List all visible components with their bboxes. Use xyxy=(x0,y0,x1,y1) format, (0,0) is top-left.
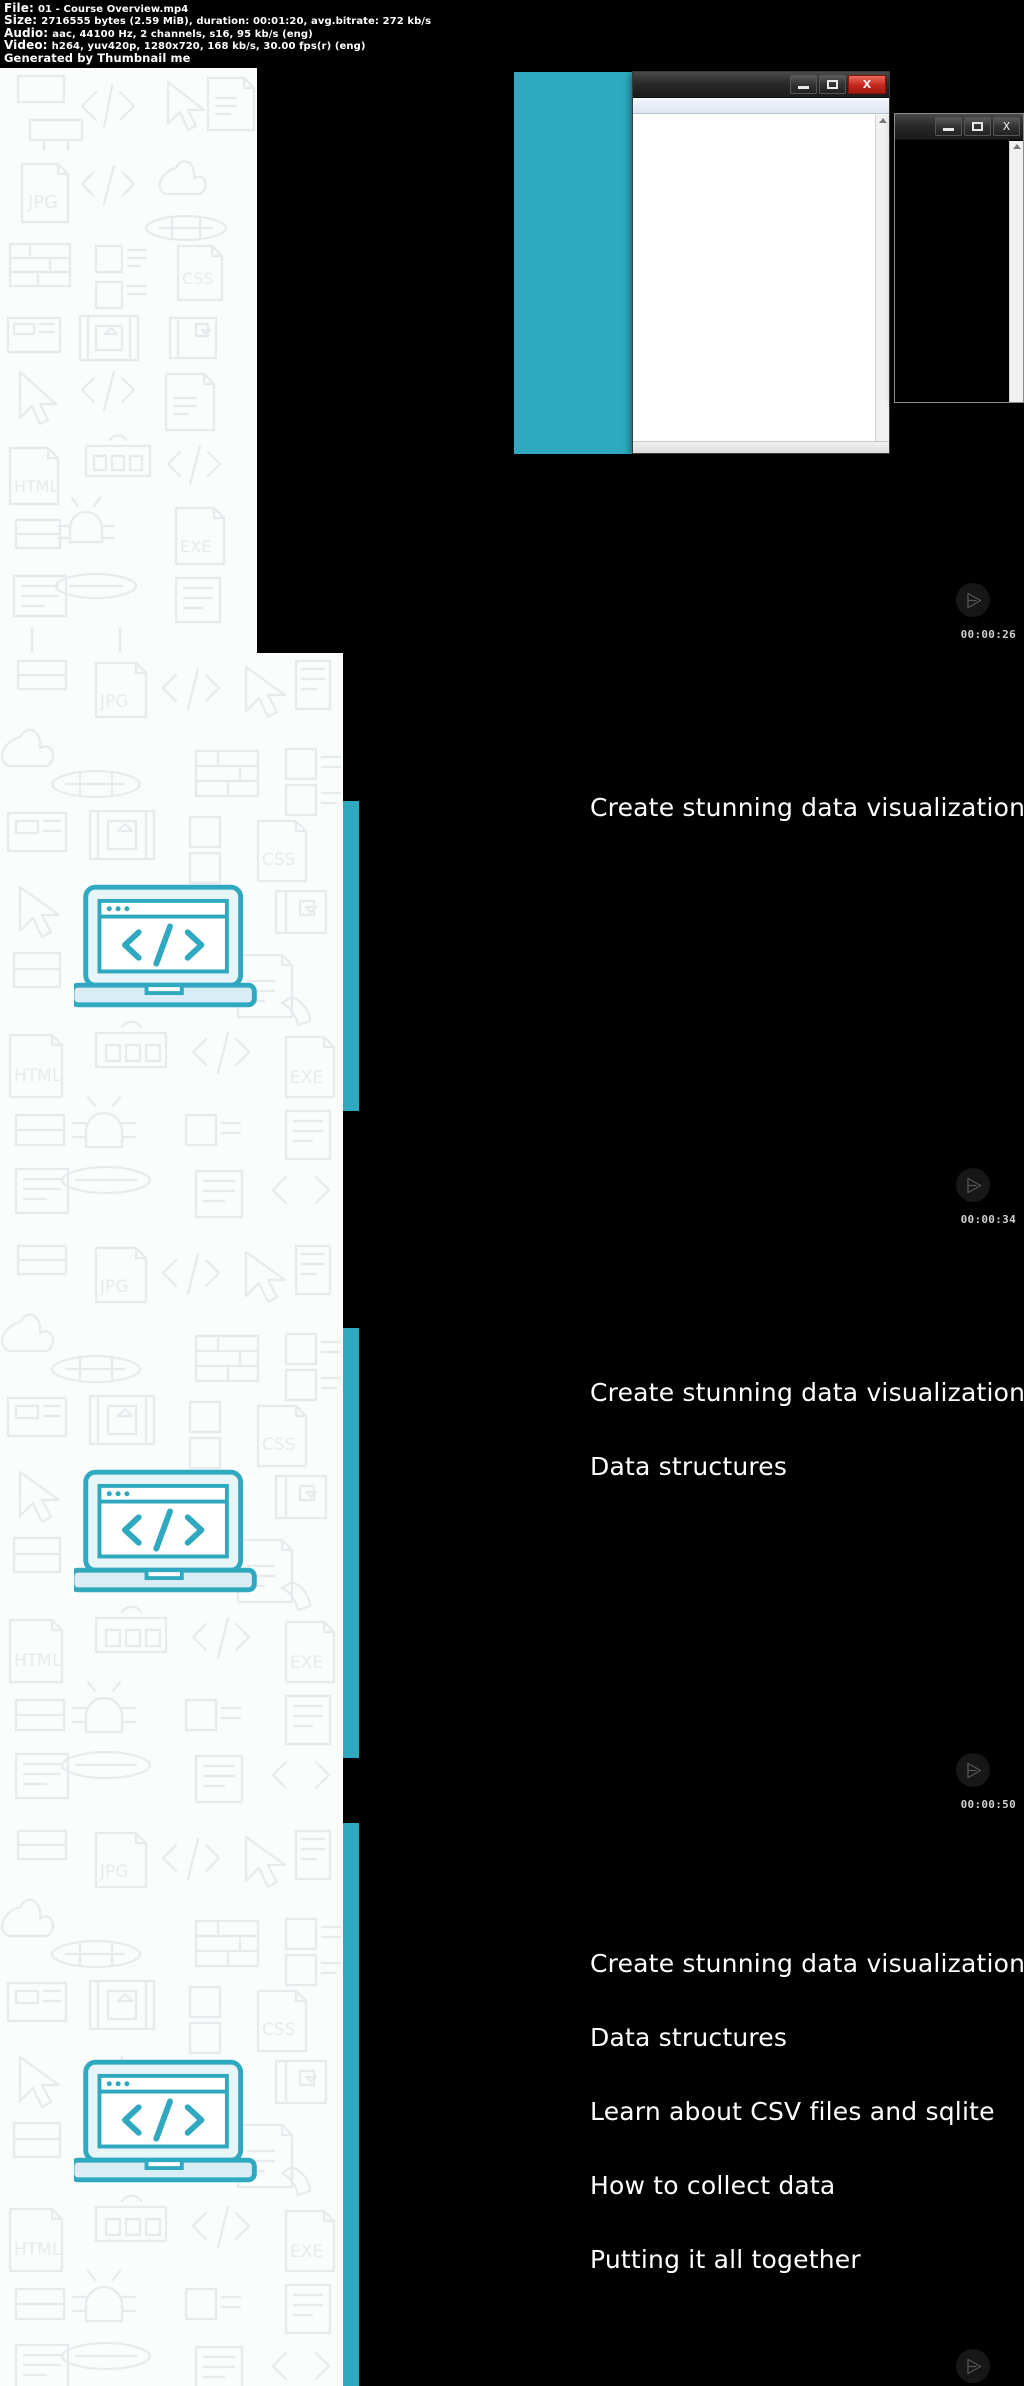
metadata-line-audio: Audio: aac, 44100 Hz, 2 channels, s16, 9… xyxy=(4,27,1020,40)
slide-canvas: Create stunning data visualizations 00:0… xyxy=(512,653,1024,1239)
metadata-line-file: File: 01 - Course Overview.mp4 xyxy=(4,2,1020,15)
metadata-file-value: 01 - Course Overview.mp4 xyxy=(37,4,189,15)
thumbnail-frame-2[interactable]: Create stunning data visualizations 00:0… xyxy=(512,653,1024,1239)
video-metadata-header: File: 01 - Course Overview.mp4 Size: 271… xyxy=(0,0,1024,69)
thumbnail-row: JPG CSS HTML EXE Create stunning data vi… xyxy=(0,653,1024,1239)
svg-text:HTML: HTML xyxy=(14,1651,62,1671)
play-triangle-glyph xyxy=(966,592,981,608)
bullet-item: Create stunning data visualizations xyxy=(590,1378,1024,1408)
scroll-up-arrow-icon[interactable] xyxy=(1012,144,1021,150)
minimize-icon[interactable] xyxy=(790,75,817,95)
metadata-audio-value: aac, 44100 Hz, 2 channels, s16, 95 kb/s … xyxy=(52,28,313,40)
laptop-code-icon xyxy=(73,884,257,1007)
thumbnail-row: JPG CSS HTML EXE X X 00:00:26 xyxy=(0,68,1024,654)
window-statusbar xyxy=(633,441,889,454)
svg-text:EXE: EXE xyxy=(290,1068,323,1088)
metadata-line-size: Size: 2716555 bytes (2.59 MiB), duration… xyxy=(4,14,1020,28)
bullet-list: Create stunning data visualizations Data… xyxy=(590,1949,1024,2386)
thumbnail-frame-4[interactable]: Create stunning data visualizations Data… xyxy=(512,1823,1024,2386)
play-icon[interactable] xyxy=(956,1168,990,1203)
play-triangle-glyph xyxy=(966,1762,981,1778)
svg-text:CSS: CSS xyxy=(262,850,295,870)
slide-canvas: X X 00:00:26 xyxy=(512,68,1024,654)
bullet-item: How to collect data xyxy=(590,2171,836,2201)
svg-text:JPG: JPG xyxy=(99,1277,128,1297)
thumbnail-frame-3[interactable]: Create stunning data visualizations Data… xyxy=(512,1238,1024,1824)
play-triangle-glyph xyxy=(966,2358,981,2374)
svg-text:JPG: JPG xyxy=(99,1862,128,1882)
play-triangle-glyph xyxy=(966,1177,981,1193)
svg-text:CSS: CSS xyxy=(262,2020,295,2040)
svg-text:HTML: HTML xyxy=(14,1066,62,1086)
slide-canvas: JPG CSS HTML EXE xyxy=(0,1823,512,2386)
teal-accent-bar xyxy=(343,1823,359,2386)
svg-text:CSS: CSS xyxy=(182,269,213,288)
vertical-scrollbar[interactable] xyxy=(875,115,889,454)
svg-text:HTML: HTML xyxy=(14,2240,62,2260)
scroll-up-arrow-icon[interactable] xyxy=(878,118,887,124)
metadata-generator: Generated by Thumbnail me xyxy=(4,50,191,65)
bullet-item: Create stunning data visualizations xyxy=(590,1949,1024,1979)
close-icon[interactable]: X xyxy=(848,75,886,95)
metadata-size-value: 2716555 bytes (2.59 MiB), duration: 00:0… xyxy=(41,16,432,28)
laptop-code-icon xyxy=(73,1469,257,1592)
svg-text:EXE: EXE xyxy=(290,1653,323,1673)
minimize-icon[interactable] xyxy=(935,117,962,137)
pattern-panel: JPG CSS HTML EXE xyxy=(0,68,257,654)
teal-accent-bar xyxy=(343,1328,359,1759)
window-titlebar[interactable]: X xyxy=(633,72,889,99)
bullet-item: Data structures xyxy=(590,1452,788,1482)
bullet-item: Putting it all together xyxy=(590,2245,861,2275)
thumbnail-row: JPG CSS HTML EXE Create stunning data vi… xyxy=(0,1823,1024,2386)
svg-text:CSS: CSS xyxy=(262,1435,295,1455)
thumbnail-frame-4a[interactable]: JPG CSS HTML EXE xyxy=(0,1823,512,2386)
thumbnail-timestamp: 00:00:26 xyxy=(960,628,1016,642)
play-icon[interactable] xyxy=(956,1753,990,1788)
slide-canvas: Create stunning data visualizations Data… xyxy=(512,1238,1024,1824)
slide-canvas: Create stunning data visualizations Data… xyxy=(512,1823,1024,2386)
window-content-area xyxy=(633,115,889,454)
thumbnail-timestamp: 00:00:50 xyxy=(960,1798,1016,1812)
bullet-item: Create stunning data visualizations xyxy=(590,793,1024,823)
thumbnail-frame-2a[interactable]: JPG CSS HTML EXE xyxy=(0,653,512,1239)
bullet-item: Learn about CSV files and sqlite xyxy=(590,2097,995,2127)
play-icon[interactable] xyxy=(956,2349,990,2384)
maximize-icon[interactable] xyxy=(819,75,846,95)
svg-text:EXE: EXE xyxy=(290,2242,323,2262)
bullet-item: Data structures xyxy=(590,2023,788,2053)
window-content-area xyxy=(895,141,1023,403)
window-toolbar xyxy=(633,98,889,115)
slide-canvas: JPG CSS HTML EXE xyxy=(0,68,512,654)
laptop-code-icon xyxy=(73,2059,257,2183)
vertical-scrollbar[interactable] xyxy=(1009,141,1023,403)
maximize-icon[interactable] xyxy=(964,117,991,137)
bullet-list: Create stunning data visualizations xyxy=(590,793,1024,1238)
pattern-panel: JPG CSS HTML EXE xyxy=(0,1238,343,1824)
pattern-panel: JPG CSS HTML EXE xyxy=(0,653,343,1239)
thumbnail-timestamp: 00:00:34 xyxy=(960,1213,1016,1227)
pattern-panel: JPG CSS HTML EXE xyxy=(0,1823,343,2386)
code-icon-pattern: JPG CSS HTML EXE xyxy=(6,74,256,654)
thumbnail-frame-1[interactable]: X X 00:00:26 xyxy=(512,68,1024,654)
svg-text:JPG: JPG xyxy=(27,192,58,213)
svg-text:JPG: JPG xyxy=(99,692,128,712)
thumbnail-contact-sheet: JPG CSS HTML EXE X X 00:00:26 JPG CSS HT… xyxy=(0,68,1024,2386)
play-icon[interactable] xyxy=(956,583,990,618)
svg-text:EXE: EXE xyxy=(180,537,211,556)
application-window-secondary[interactable]: X xyxy=(894,113,1024,404)
bullet-list: Create stunning data visualizations Data… xyxy=(590,1378,1024,1823)
teal-accent-block xyxy=(514,72,632,455)
teal-accent-bar xyxy=(343,801,359,1112)
thumbnail-row: JPG CSS HTML EXE Create stunning data vi… xyxy=(0,1238,1024,1824)
close-icon[interactable]: X xyxy=(993,117,1020,137)
svg-text:HTML: HTML xyxy=(14,477,59,496)
slide-canvas: JPG CSS HTML EXE xyxy=(0,1238,512,1824)
window-titlebar[interactable]: X xyxy=(895,114,1023,141)
slide-canvas: JPG CSS HTML EXE xyxy=(0,653,512,1239)
application-window-primary[interactable]: X xyxy=(632,71,890,455)
thumbnail-frame-3a[interactable]: JPG CSS HTML EXE xyxy=(0,1238,512,1824)
thumbnail-frame-1a[interactable]: JPG CSS HTML EXE xyxy=(0,68,512,654)
